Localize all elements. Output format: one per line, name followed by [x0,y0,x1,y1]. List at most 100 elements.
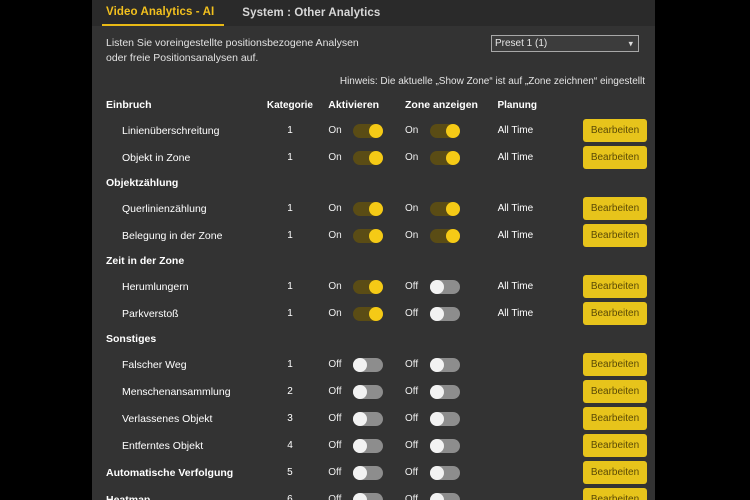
show-zone-state-label: Off [404,440,419,451]
edit-button[interactable]: Bearbeiten [583,461,647,484]
show-zone-toggle[interactable] [429,438,460,453]
activate-toggle[interactable] [353,228,384,243]
action-cell: Bearbeiten [580,434,647,457]
show-zone-toggle[interactable] [429,201,460,216]
section-header-label: Sonstiges [106,333,157,345]
edit-button[interactable]: Bearbeiten [583,302,647,325]
toggle-knob [369,279,384,294]
toggle-knob [445,123,460,138]
activate-toggle[interactable] [353,306,384,321]
analytic-name: Menschenansammlung [122,385,231,398]
category-value: 5 [287,467,293,478]
activate-toggle[interactable] [353,150,384,165]
category-value: 1 [287,359,293,370]
table-row: Parkverstoß 1 On Off All Time Bearbeiten [92,300,655,327]
table-row: Herumlungern 1 On Off All Time Bearbeiten [92,273,655,300]
action-cell: Bearbeiten [580,461,647,484]
activate-toggle[interactable] [353,492,384,500]
show-zone-state-label: Off [404,308,419,319]
column-header-category: Kategorie [266,99,313,111]
show-zone-toggle[interactable] [429,492,460,500]
show-zone-state-label: Off [404,359,419,370]
activate-toggle[interactable] [353,123,384,138]
category-value: 6 [287,494,293,500]
activate-state-label: On [328,308,342,319]
table-row: Menschenansammlung 2 Off Off Bearbeiten [92,378,655,405]
activate-state-label: Off [328,386,342,397]
edit-button[interactable]: Bearbeiten [583,353,647,376]
show-zone-toggle[interactable] [429,384,460,399]
activate-state-label: Off [328,413,342,424]
analytic-name: Herumlungern [122,280,189,293]
show-zone-state-label: On [404,203,419,214]
show-zone-cell: On [404,228,482,243]
table-row: Heatmap 6 Off Off Bearbeiten [92,486,655,500]
section-header-label: Zeit in der Zone [106,255,185,267]
show-zone-hint: Hinweis: Die aktuelle „Show Zone“ ist au… [339,76,645,87]
activate-state-label: On [328,230,342,241]
analytic-name: Falscher Weg [122,358,187,371]
toggle-knob [445,150,460,165]
edit-button[interactable]: Bearbeiten [583,434,647,457]
toggle-knob [445,201,460,216]
show-zone-toggle[interactable] [429,411,460,426]
table-row: Linienüberschreitung 1 On On All Time Bearbei… [92,117,655,144]
edit-button[interactable]: Bearbeiten [583,146,647,169]
show-zone-state-label: On [404,230,419,241]
action-cell: Bearbeiten [580,488,647,500]
show-zone-toggle[interactable] [429,123,460,138]
show-zone-toggle[interactable] [429,228,460,243]
activate-cell: On [328,150,405,165]
action-cell: Bearbeiten [580,302,647,325]
toggle-knob [353,411,368,426]
toggle-knob [353,357,368,372]
activate-cell: Off [328,411,405,426]
activate-toggle[interactable] [353,201,384,216]
analytic-name: Objekt in Zone [122,151,191,164]
schedule-value: All Time [497,281,534,292]
tab-label: Video Analytics - AI [106,6,215,18]
tab-video-analytics-ai[interactable]: Video Analytics - AI [102,0,225,26]
show-zone-toggle[interactable] [429,357,460,372]
tab-system-other-analytics[interactable]: System : Other Analytics [238,0,394,26]
category-value: 1 [287,203,293,214]
edit-button[interactable]: Bearbeiten [583,275,647,298]
analytic-name: Automatische Verfolgung [106,466,234,479]
table-row: Objekt in Zone 1 On On All Time Bearbeiten [92,144,655,171]
analytic-name: Belegung in der Zone [122,229,223,242]
category-value: 1 [287,152,293,163]
action-cell: Bearbeiten [580,353,647,376]
show-zone-toggle[interactable] [429,150,460,165]
show-zone-cell: Off [405,279,482,294]
activate-toggle[interactable] [353,357,384,372]
edit-button[interactable]: Bearbeiten [583,380,647,403]
toggle-knob [369,201,384,216]
activate-toggle[interactable] [353,411,384,426]
column-header-activate: Aktivieren [328,99,380,111]
edit-button[interactable]: Bearbeiten [583,119,647,142]
show-zone-toggle[interactable] [429,279,460,294]
edit-button[interactable]: Bearbeiten [583,197,647,220]
table-header-row: Einbruch Kategorie Aktivieren Zone anzei… [92,93,655,117]
edit-button[interactable]: Bearbeiten [583,488,647,500]
toggle-knob [429,465,444,480]
column-header-schedule: Planung [497,99,537,111]
edit-button[interactable]: Bearbeiten [583,407,647,430]
show-zone-toggle[interactable] [429,465,460,480]
schedule-value: All Time [497,203,534,214]
edit-button[interactable]: Bearbeiten [583,224,647,247]
activate-toggle[interactable] [353,465,384,480]
activate-toggle[interactable] [353,384,384,399]
column-header-show-zone: Zone anzeigen [405,99,478,111]
activate-cell: Off [328,465,405,480]
show-zone-state-label: Off [404,494,419,500]
preset-select[interactable]: Preset 1 (1) ▾ [491,35,639,52]
activate-toggle[interactable] [353,279,384,294]
show-zone-toggle[interactable] [429,306,460,321]
toggle-knob [429,357,444,372]
activate-toggle[interactable] [353,438,384,453]
analytics-table: Einbruch Kategorie Aktivieren Zone anzei… [92,93,655,500]
activate-state-label: On [328,203,342,214]
table-row: Falscher Weg 1 Off Off Bearbeiten [92,351,655,378]
table-row: Verlassenes Objekt 3 Off Off Bearbeiten [92,405,655,432]
